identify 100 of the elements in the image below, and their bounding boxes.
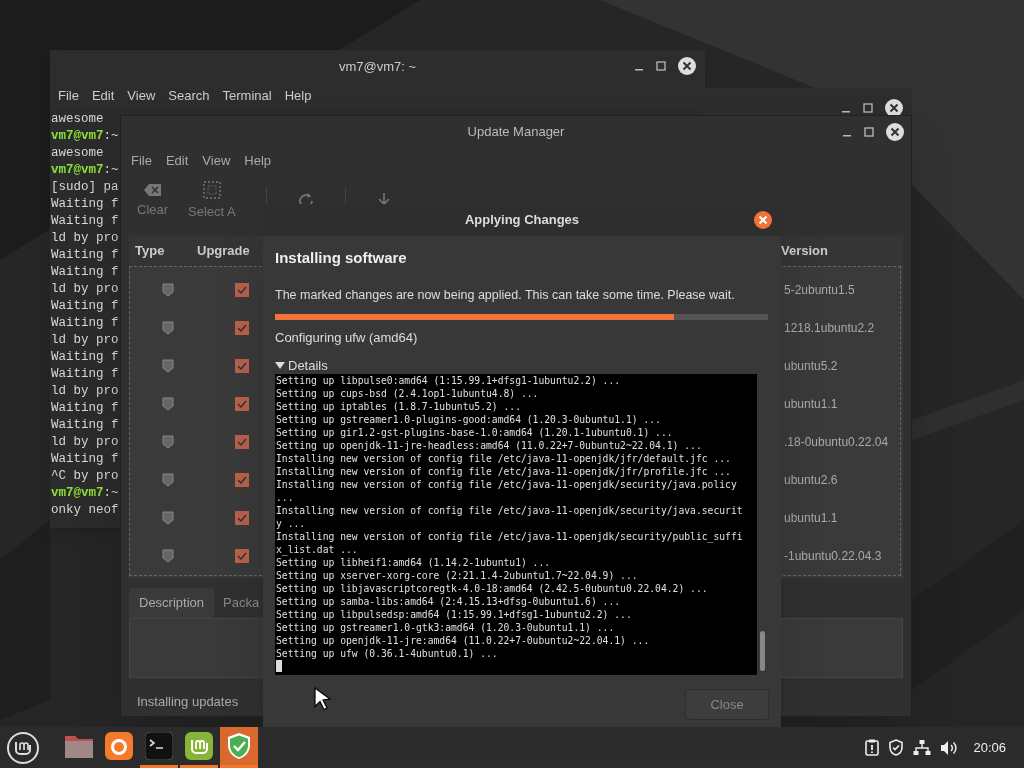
version-text: 1218.1ubuntu2.2 — [783, 320, 876, 337]
maximize-icon[interactable] — [655, 60, 667, 72]
log-line: Setting up libjavascriptcoregtk-4.0-18:amd64 (2.42.5-0ubuntu0.22.04.2) ... — [276, 581, 709, 595]
window-title: Update Manager — [467, 123, 565, 142]
mint-logo-icon — [185, 732, 213, 760]
window-title: Applying Changes — [464, 211, 580, 230]
version-text: .18-0ubuntu0.22.04 — [783, 434, 890, 451]
terminal-line: Waiting f — [51, 366, 119, 383]
check-icon — [237, 552, 247, 560]
task-text: Configuring ufw (amd64) — [275, 329, 419, 348]
close-icon[interactable] — [677, 56, 697, 76]
checkbox[interactable] — [235, 549, 249, 563]
check-icon — [237, 476, 247, 484]
log-line: Setting up libpulsedsp:amd64 (1:15.99.1+dfsg1-1ubuntu2.2) ... — [276, 607, 633, 621]
mint-menu-icon[interactable] — [6, 730, 40, 765]
terminal-line: ld by pro — [51, 434, 119, 451]
scrollbar-thumb[interactable] — [760, 630, 765, 671]
menu-item[interactable]: View — [127, 86, 156, 106]
menu-item[interactable]: Edit — [91, 86, 115, 106]
menu-item[interactable]: Search — [168, 86, 210, 106]
terminal-line: [sudo] pa — [51, 179, 119, 196]
log-line: Setting up cups-bsd (2.4.1op1-1ubuntu4.8) ... — [276, 386, 540, 400]
prompt-path: :~ — [103, 162, 119, 179]
shield-icon — [226, 732, 252, 760]
terminal-line: Waiting f — [51, 213, 119, 230]
prompt-user: vm7@vm7 — [51, 485, 104, 502]
terminal-line: ^C by pro — [51, 468, 119, 485]
terminal-line: Waiting f — [51, 349, 119, 366]
menu-item[interactable]: File — [58, 86, 79, 106]
volume-icon[interactable] — [940, 739, 959, 756]
version-text: ubuntu1.1 — [783, 510, 839, 527]
version-text: ubuntu2.6 — [783, 472, 839, 489]
menu-item[interactable]: Terminal — [222, 86, 272, 106]
terminal-line: ld by pro — [51, 281, 119, 298]
log-line: Setting up iptables (1.8.7-1ubuntu5.2) ... — [276, 399, 522, 413]
checkbox[interactable] — [235, 321, 249, 335]
log-line: Installing new version of config file /etc/java-11-openjdk/security/public_suffi — [276, 529, 744, 543]
version-text: ubuntu1.1 — [783, 396, 839, 413]
log-line: Installing new version of config file /etc/java-11-openjdk/jfr/profile.jfc ... — [276, 464, 732, 478]
dialog-message: The marked changes are now being applied. This can take some time. Please wait. — [275, 286, 736, 304]
tab[interactable]: Description — [129, 588, 215, 618]
checkbox[interactable] — [235, 511, 249, 525]
mouse-pointer-icon — [314, 687, 332, 711]
column-header[interactable]: Type — [129, 241, 197, 261]
clipboard-alert-icon[interactable] — [865, 739, 880, 756]
clock[interactable]: 20:06 — [973, 737, 1006, 758]
package-icon — [162, 435, 174, 449]
maximize-icon[interactable] — [862, 102, 874, 114]
log-line: Setting up ufw (0.36.1-4ubuntu0.1) ... — [276, 646, 499, 660]
package-icon — [162, 283, 174, 297]
checkbox[interactable] — [235, 397, 249, 411]
menu-item[interactable]: View — [202, 151, 231, 171]
status-text: Installing updates — [137, 693, 239, 711]
close-icon[interactable] — [753, 210, 773, 230]
terminal-line: Waiting f — [51, 196, 119, 213]
shield-icon[interactable] — [888, 739, 905, 756]
tab[interactable]: Packa — [214, 588, 269, 618]
version-text: 5-2ubuntu1.5 — [783, 282, 856, 299]
menu-item[interactable]: File — [131, 151, 152, 171]
network-icon[interactable] — [913, 739, 932, 756]
maximize-icon[interactable] — [863, 126, 875, 138]
check-icon — [237, 362, 247, 370]
close-icon[interactable] — [885, 122, 905, 142]
log-line: Setting up xserver-xorg-core (2:21.1.4-2ubuntu1.7~22.04.9) ... — [276, 568, 639, 582]
log-line: Setting up samba-libs:amd64 (2:4.15.13+dfsg-0ubuntu1.6) ... — [276, 594, 622, 608]
backspace-icon — [143, 182, 162, 197]
log-line: Setting up openjdk-11-jre-headless:amd64 (11.0.22+7-0ubuntu2~22.04.1) ... — [276, 438, 703, 452]
checkbox[interactable] — [235, 283, 249, 297]
log-line: Setting up libpulse0:amd64 (1:15.99.1+dfsg1-1ubuntu2.2) ... — [276, 373, 622, 387]
prompt-path: :~ — [103, 128, 119, 145]
dialog-heading: Installing software — [275, 248, 408, 268]
log-line: Installing new version of config file /etc/java-11-openjdk/jfr/default.jfc ... — [276, 451, 732, 465]
checkbox[interactable] — [235, 473, 249, 487]
log-line: Setting up libheif1:amd64 (1.14.2-1ubuntu1) ... — [276, 556, 552, 569]
menu-item[interactable]: Edit — [165, 151, 189, 171]
package-icon — [162, 549, 174, 563]
package-icon — [162, 397, 174, 411]
terminal-line: Waiting f — [51, 451, 119, 468]
terminal-line: ld by pro — [51, 230, 119, 247]
checkbox[interactable] — [235, 359, 249, 373]
terminal-line: Waiting f — [51, 417, 119, 434]
log-line: ... — [276, 490, 295, 504]
caret-down-icon — [275, 361, 285, 370]
checkbox[interactable] — [235, 435, 249, 449]
terminal-line: Waiting f — [51, 298, 119, 315]
log-line: Installing new version of config file /etc/java-11-openjdk/security/java.policy — [276, 477, 738, 491]
details-expander[interactable]: Details — [275, 357, 769, 374]
log-line: Setting up openjdk-11-jre:amd64 (11.0.22+7-0ubuntu2~22.04.1) ... — [276, 633, 651, 647]
log-line: Setting up gstreamer1.0-plugins-good:amd64 (1.20.3-0ubuntu1.1) ... — [276, 412, 662, 426]
browser-icon — [105, 732, 133, 760]
folder-icon — [64, 733, 94, 759]
terminal-line: Waiting f — [51, 247, 119, 264]
prompt-user: vm7@vm7 — [51, 128, 104, 145]
menu-item[interactable]: Help — [244, 151, 272, 171]
menu-item[interactable]: Help — [284, 86, 312, 106]
terminal-line: Waiting f — [51, 264, 119, 281]
terminal-line: onky neof — [51, 502, 119, 519]
version-text: ubuntu5.2 — [783, 358, 839, 375]
package-icon — [162, 321, 174, 335]
window-title: vm7@vm7: ~ — [338, 57, 417, 76]
